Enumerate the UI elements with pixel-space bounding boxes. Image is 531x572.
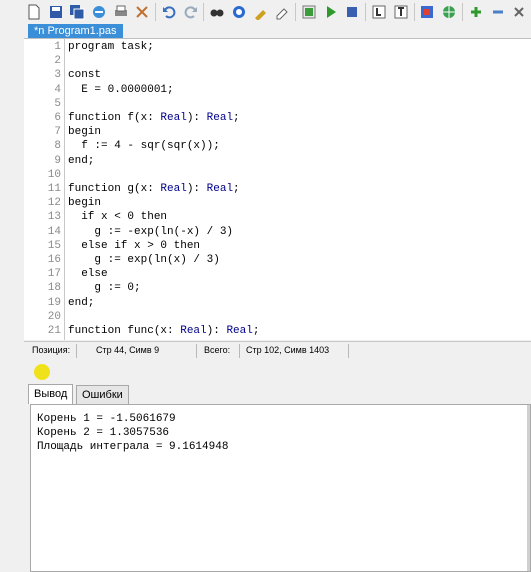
code-line: if x < 0 then [68,211,168,224]
code-line: g := exp(ln(x) / 3) [68,254,220,266]
replace-icon[interactable] [229,2,249,22]
undo-icon[interactable] [159,2,179,22]
save-icon[interactable] [46,2,66,22]
output-line: Корень 1 = -1.5061679 [37,413,176,425]
code-line: begin [68,126,102,139]
code-line: f := 4 - sqr(sqr(x)); [68,140,220,153]
line-number: 13 [47,211,61,224]
step-over-icon[interactable] [391,2,411,22]
tab-program1[interactable]: *n Program1.pas [28,24,123,38]
line-number: 2 [54,55,61,68]
remove-watch-icon[interactable] [488,2,508,22]
find-icon[interactable] [207,2,227,22]
line-number: 10 [47,168,61,181]
code-line: E = 0.0000001; [68,83,174,96]
save-all-icon[interactable] [67,2,87,22]
line-number: 11 [47,183,61,195]
clear-icon[interactable] [273,2,293,22]
ide-window: *n Program1.pas 1 2 3 4 5 6 7 8 9 10 11 12 13 14 15 16 1… [0,0,531,572]
total-label: Всего: [204,345,231,355]
line-number: 1 [54,41,61,53]
line-number: 15 [47,239,61,252]
code-line: g := 0; [68,282,141,295]
tab-output[interactable]: Вывод [28,384,74,404]
code-editor[interactable]: 1 2 3 4 5 6 7 8 9 10 11 12 13 14 15 16 17 18 19 20 21 progra… [24,38,531,340]
line-number: 21 [47,325,61,337]
code-line: g := -exp(ln(-x) / 3) [68,225,234,238]
code-line: begin [68,197,102,210]
web-icon[interactable] [439,2,459,22]
compile-icon[interactable] [299,2,319,22]
status-bar: Позиция: Стр 44, Симв 9 Всего: Стр 102, … [24,341,531,359]
line-number: 20 [47,310,61,323]
code-line: function f(x: Real): Real; [68,112,240,124]
line-number: 12 [47,197,61,210]
highlight-marker [34,364,50,380]
position-value: Стр 44, Симв 9 [96,345,160,355]
line-number: 18 [47,282,61,295]
close-watch-icon[interactable] [509,2,529,22]
code-line: program task; [68,41,154,53]
output-scrollbar[interactable] [527,405,530,571]
code-line: end; [68,154,95,167]
code-line: function func(x: Real): Real; [68,325,260,337]
position-label: Позиция: [32,345,71,355]
line-number: 14 [47,225,61,238]
debug-icon[interactable] [418,2,438,22]
line-number-gutter: 1 2 3 4 5 6 7 8 9 10 11 12 13 14 15 16 17 18 19 20 21 [24,39,64,340]
code-line: else [68,268,108,281]
stop-icon[interactable] [343,2,363,22]
code-line: end; [68,296,95,309]
tab-errors[interactable]: Ошибки [76,385,129,404]
step-into-icon[interactable] [369,2,389,22]
line-number: 19 [47,296,61,309]
output-panel[interactable]: Корень 1 = -1.5061679 Корень 2 = 1.30575… [30,404,531,572]
code-line: function g(x: Real): Real; [68,183,240,195]
run-icon[interactable] [321,2,341,22]
line-number: 17 [47,268,61,281]
line-number: 6 [54,112,61,124]
line-number: 5 [54,97,61,110]
line-number: 9 [54,154,61,167]
output-line: Площадь интеграла = 9.1614948 [37,441,229,453]
line-number: 7 [54,126,61,139]
output-line: Корень 2 = 1.3057536 [37,427,170,439]
line-number: 3 [54,69,61,82]
code-line: const [68,69,102,82]
format-icon[interactable] [251,2,271,22]
open-icon[interactable] [89,2,109,22]
total-value: Стр 102, Симв 1403 [246,345,330,355]
output-tabs: Вывод Ошибки [24,384,531,404]
line-number: 8 [54,140,61,153]
redo-icon[interactable] [181,2,201,22]
new-file-icon[interactable] [24,2,44,22]
line-number: 4 [54,83,61,96]
code-line: else if x > 0 then [68,239,201,252]
line-number: 16 [47,254,61,266]
toolbar [0,0,531,24]
print-icon[interactable] [111,2,131,22]
cut-icon[interactable] [132,2,152,22]
add-watch-icon[interactable] [466,2,486,22]
editor-tabstrip: *n Program1.pas [24,24,531,38]
